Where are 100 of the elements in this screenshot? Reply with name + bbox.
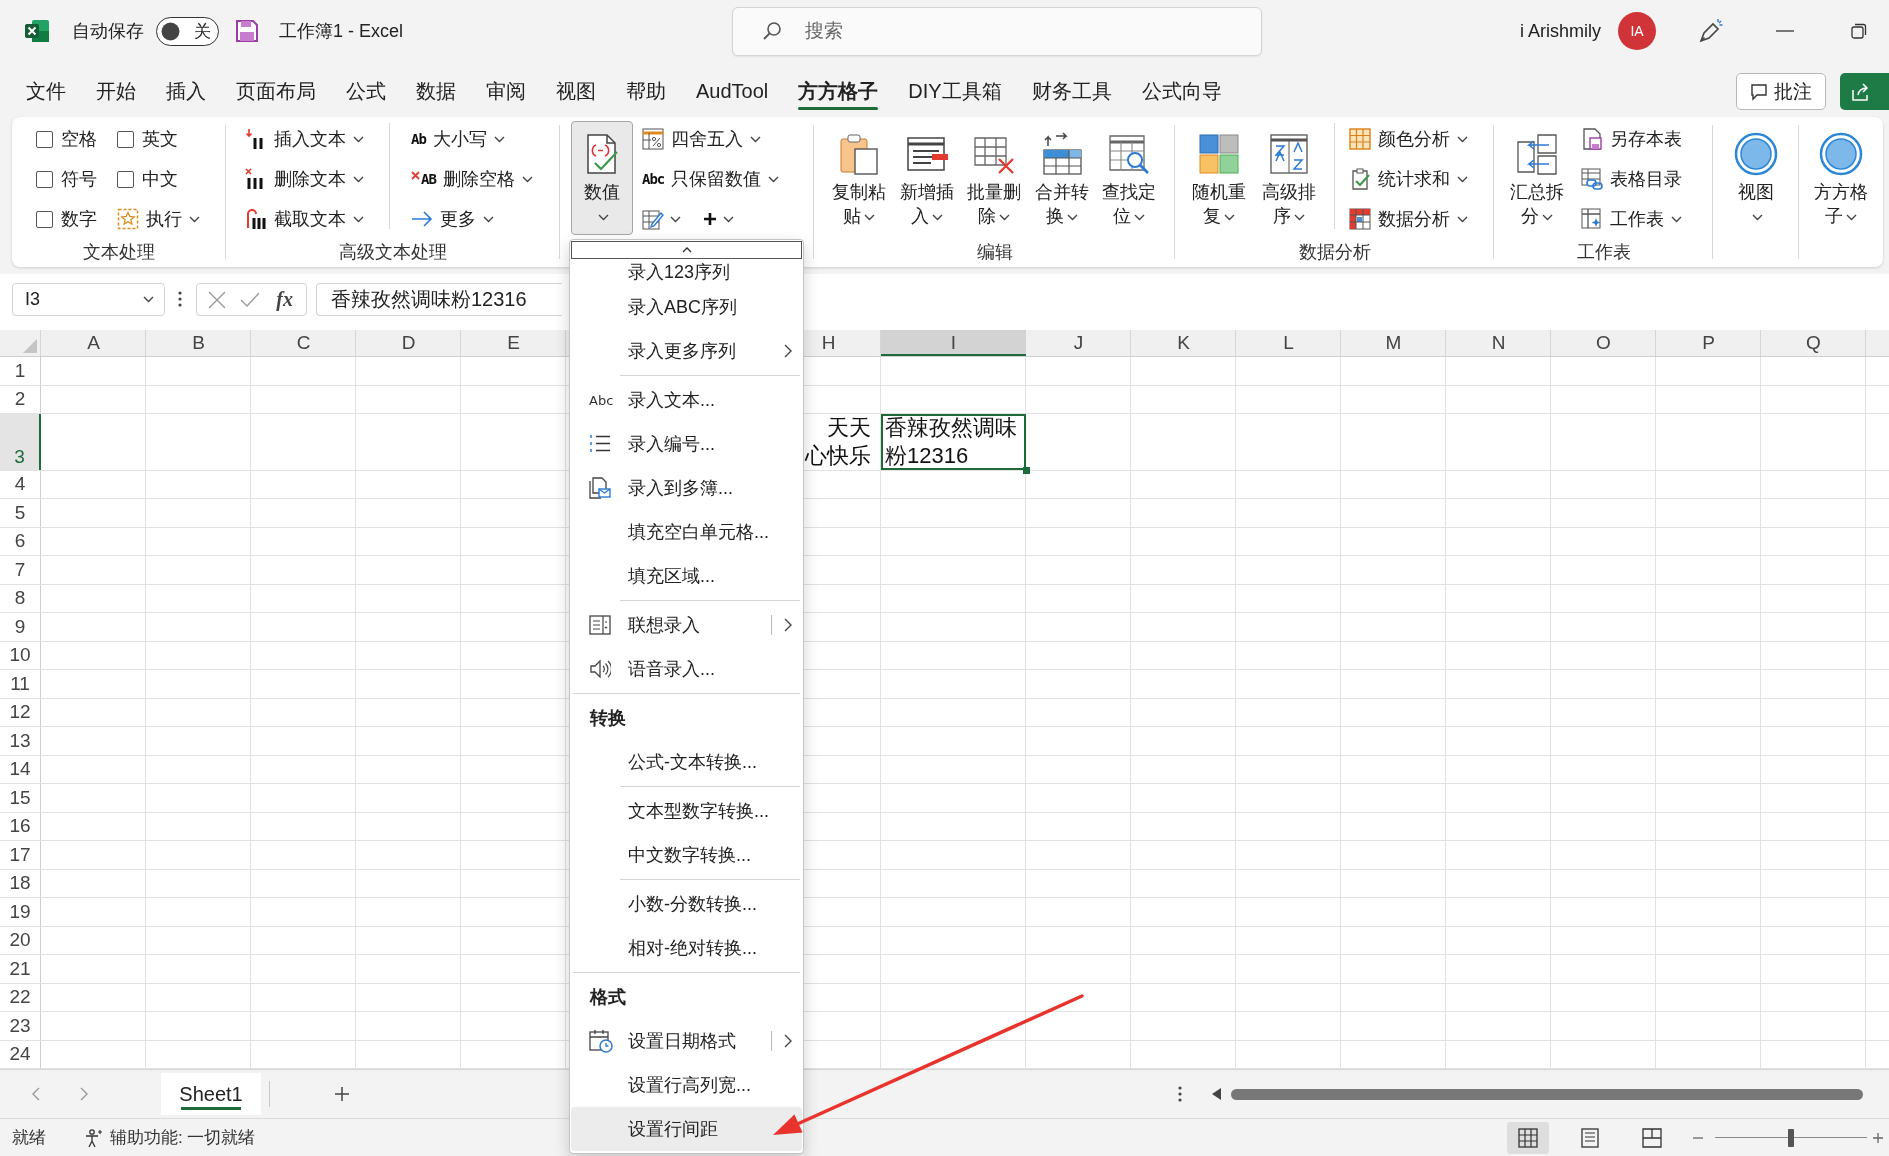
check-icon[interactable] bbox=[240, 291, 261, 308]
comment-button[interactable]: 批注 bbox=[1736, 73, 1826, 110]
menu-item[interactable]: 文本型数字转换... bbox=[571, 789, 802, 833]
share-button[interactable] bbox=[1840, 73, 1889, 110]
column-header[interactable]: P bbox=[1656, 330, 1761, 356]
menu-item[interactable]: 录入更多序列 bbox=[571, 329, 802, 373]
ribbon-tab[interactable]: 文件 bbox=[11, 70, 81, 112]
ribbon-button[interactable]: 工作表 bbox=[1581, 199, 1686, 239]
ribbon-tab[interactable]: AudTool bbox=[681, 70, 784, 112]
ribbon-button[interactable] bbox=[703, 212, 734, 226]
ribbon-tab[interactable]: 审阅 bbox=[471, 70, 541, 112]
menu-item[interactable]: 录入123序列 bbox=[571, 259, 802, 285]
ribbon-tab[interactable]: 公式向导 bbox=[1126, 70, 1237, 112]
ribbon-tab[interactable]: 视图 bbox=[541, 70, 611, 112]
ribbon-tab[interactable]: 页面布局 bbox=[221, 70, 331, 112]
ribbon-tab[interactable]: 公式 bbox=[331, 70, 401, 112]
menu-item[interactable]: 联想录入 bbox=[571, 603, 802, 647]
ribbon-tab[interactable]: 数据 bbox=[401, 70, 471, 112]
ribbon-button[interactable]: 插入文本 bbox=[245, 119, 368, 159]
column-header[interactable]: Q bbox=[1761, 330, 1866, 356]
menu-item[interactable]: 中文数字转换... bbox=[571, 833, 802, 877]
ribbon-tab[interactable]: DIY工具箱 bbox=[893, 70, 1017, 112]
column-header[interactable]: K bbox=[1131, 330, 1236, 356]
ribbon-button[interactable]: Ab 大小写 bbox=[411, 119, 537, 159]
column-header[interactable]: N bbox=[1446, 330, 1551, 356]
ribbon-button[interactable]: 执行 bbox=[117, 199, 204, 239]
ribbon-button[interactable]: 查找定位 bbox=[1098, 121, 1160, 235]
ribbon-button[interactable]: 数据分析 bbox=[1349, 199, 1472, 239]
checkbox[interactable]: 英文 bbox=[117, 119, 204, 159]
ribbon-button[interactable]: 合并转换 bbox=[1030, 121, 1093, 235]
ribbon-button[interactable]: 随机重复 bbox=[1188, 121, 1250, 235]
column-header[interactable]: A bbox=[41, 330, 146, 356]
ribbon-button[interactable]: 视图 bbox=[1725, 121, 1787, 235]
menu-item[interactable]: 录入到多簿... bbox=[571, 466, 802, 510]
menu-item[interactable]: 语音录入... bbox=[571, 647, 802, 691]
ribbon-button[interactable]: 批量删除 bbox=[963, 121, 1025, 235]
plus-icon[interactable] bbox=[1873, 1132, 1884, 1143]
ribbon-button[interactable]: 方方格子 bbox=[1810, 121, 1872, 235]
slider-thumb[interactable] bbox=[1788, 1128, 1795, 1147]
insert-function-button[interactable]: fx bbox=[274, 288, 295, 311]
checkbox[interactable]: 空格 bbox=[36, 119, 97, 159]
menu-item[interactable]: 设置日期格式 bbox=[571, 1019, 802, 1063]
name-box[interactable]: I3 bbox=[12, 283, 165, 316]
column-header[interactable]: B bbox=[146, 330, 251, 356]
formula-field[interactable]: 香辣孜然调味粉12316 bbox=[316, 283, 562, 316]
column-header[interactable]: I bbox=[881, 330, 1026, 356]
ribbon-button[interactable]: Abc 只保留数值 bbox=[642, 159, 784, 199]
ribbon-button[interactable]: 更多 bbox=[411, 199, 537, 239]
menu-item[interactable]: 设置行高列宽... bbox=[571, 1063, 802, 1107]
column-header[interactable]: C bbox=[251, 330, 356, 356]
ribbon-button[interactable]: 统计求和 bbox=[1349, 159, 1472, 199]
marker-pen-icon[interactable] bbox=[1697, 18, 1723, 44]
ribbon-button[interactable]: 汇总拆分 bbox=[1506, 121, 1568, 235]
restore-icon[interactable] bbox=[1851, 23, 1867, 39]
menu-item[interactable]: 公式-文本转换... bbox=[571, 740, 802, 784]
ribbon-tab[interactable]: 帮助 bbox=[611, 70, 681, 112]
more-icon[interactable] bbox=[1178, 1086, 1182, 1102]
scroll-up-button[interactable] bbox=[571, 241, 802, 259]
row-header[interactable]: 3 bbox=[0, 414, 41, 470]
ribbon-button[interactable]: 截取文本 bbox=[245, 199, 368, 239]
ribbon-button[interactable]: AB 删除空格 bbox=[411, 159, 537, 199]
menu-item[interactable]: Abc 录入文本... bbox=[571, 378, 802, 422]
save-icon[interactable] bbox=[235, 19, 259, 43]
cancel-icon[interactable] bbox=[208, 290, 227, 309]
checkbox[interactable]: 中文 bbox=[117, 159, 204, 199]
triangle-left-icon[interactable] bbox=[1212, 1088, 1221, 1100]
search-field[interactable]: 搜索 bbox=[732, 6, 1262, 56]
ribbon-button[interactable]: 另存本表 bbox=[1581, 119, 1686, 159]
menu-item[interactable]: 录入编号... bbox=[571, 422, 802, 466]
menu-item[interactable]: 填充空白单元格... bbox=[571, 510, 802, 554]
sheet-tab[interactable]: Sheet1 bbox=[161, 1073, 261, 1115]
column-header[interactable]: E bbox=[461, 330, 566, 356]
ribbon-button[interactable]: 高级排序 bbox=[1258, 121, 1320, 235]
column-header[interactable]: M bbox=[1341, 330, 1446, 356]
ribbon-button[interactable]: 删除文本 bbox=[245, 159, 368, 199]
more-icon[interactable] bbox=[178, 291, 182, 307]
checkbox[interactable]: 符号 bbox=[36, 159, 97, 199]
minus-icon[interactable] bbox=[1693, 1136, 1704, 1139]
ribbon-tab[interactable]: 财务工具 bbox=[1016, 70, 1127, 112]
column-header[interactable]: J bbox=[1026, 330, 1131, 356]
column-header[interactable]: L bbox=[1236, 330, 1341, 356]
menu-item[interactable]: 设置行间距 bbox=[571, 1107, 802, 1151]
ribbon-button[interactable]: 颜色分析 bbox=[1349, 119, 1472, 159]
ribbon-button[interactable]: 四舍五入 bbox=[642, 119, 784, 159]
ribbon-button[interactable]: 数值 bbox=[571, 121, 633, 235]
ribbon-tab[interactable]: 方方格子 bbox=[783, 70, 894, 112]
view-button[interactable] bbox=[1507, 1121, 1550, 1154]
menu-item[interactable]: 录入ABC序列 bbox=[571, 285, 802, 329]
column-header[interactable]: D bbox=[356, 330, 461, 356]
ribbon-button[interactable]: 新增插入 bbox=[895, 121, 958, 235]
menu-item[interactable]: 小数-分数转换... bbox=[571, 882, 802, 926]
autosave-toggle[interactable]: 关 bbox=[156, 16, 219, 46]
menu-item[interactable]: 相对-绝对转换... bbox=[571, 926, 802, 970]
scrollbar-thumb[interactable] bbox=[1231, 1088, 1863, 1100]
ribbon-tab[interactable]: 插入 bbox=[151, 70, 221, 112]
ribbon-tab[interactable]: 开始 bbox=[81, 70, 151, 112]
checkbox[interactable]: 数字 bbox=[36, 199, 97, 239]
add-sheet-button[interactable] bbox=[332, 1084, 352, 1104]
column-header[interactable]: O bbox=[1551, 330, 1656, 356]
user-avatar[interactable]: IA bbox=[1618, 12, 1656, 50]
